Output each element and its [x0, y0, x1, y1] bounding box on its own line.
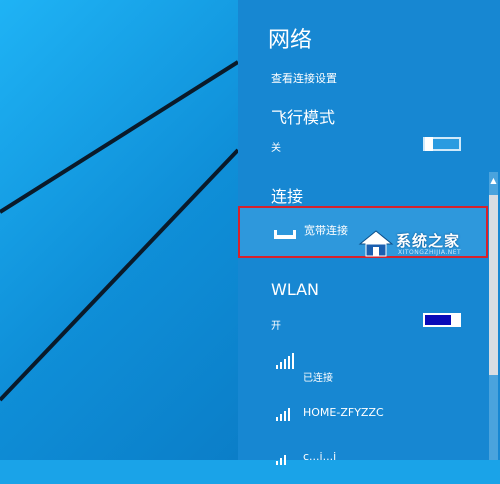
scrollbar-thumb[interactable]	[489, 195, 498, 375]
airplane-mode-toggle[interactable]	[423, 137, 461, 151]
desktop-background	[0, 0, 238, 460]
toggle-knob	[451, 313, 459, 327]
wlan-toggle[interactable]	[423, 313, 461, 327]
wifi-network-item[interactable]: HOME-ZFYZZC	[238, 400, 488, 440]
wlan-state: 开	[271, 321, 281, 332]
broadband-connection-name: 宽带连接	[304, 224, 348, 237]
connections-section-label: 连接	[271, 187, 304, 206]
wifi-signal-icon	[276, 455, 286, 465]
wifi-signal-icon	[276, 408, 290, 421]
network-panel: 网络 查看连接设置 飞行模式 关 连接 宽带连接 系统之家 XITONGZHIJ…	[238, 0, 500, 465]
panel-title: 网络	[268, 28, 313, 53]
ethernet-icon	[274, 230, 296, 239]
wifi-network-item[interactable]: c...i...i	[238, 444, 488, 484]
view-connection-settings-link[interactable]: 查看连接设置	[271, 70, 337, 86]
scroll-up-arrow-icon[interactable]: ▲	[489, 174, 498, 188]
wifi-network-name: c...i...i	[303, 450, 337, 463]
airplane-mode-label: 飞行模式	[271, 108, 336, 127]
watermark-text: 系统之家	[396, 232, 461, 250]
watermark-house-icon	[358, 230, 394, 257]
wifi-network-item[interactable]: 已连接	[238, 350, 488, 390]
airplane-mode-state: 关	[271, 143, 281, 154]
wlan-section-label: WLAN	[271, 280, 320, 299]
watermark-subtext: XITONGZHIJIA.NET	[398, 249, 462, 256]
desktop-wallpaper-lines	[0, 60, 238, 402]
wifi-network-name: HOME-ZFYZZC	[303, 406, 384, 419]
watermark-logo: 系统之家 XITONGZHIJIA.NET	[358, 228, 498, 260]
wifi-network-status: 已连接	[303, 373, 333, 384]
wifi-signal-icon	[276, 353, 294, 369]
toggle-knob	[425, 137, 433, 151]
